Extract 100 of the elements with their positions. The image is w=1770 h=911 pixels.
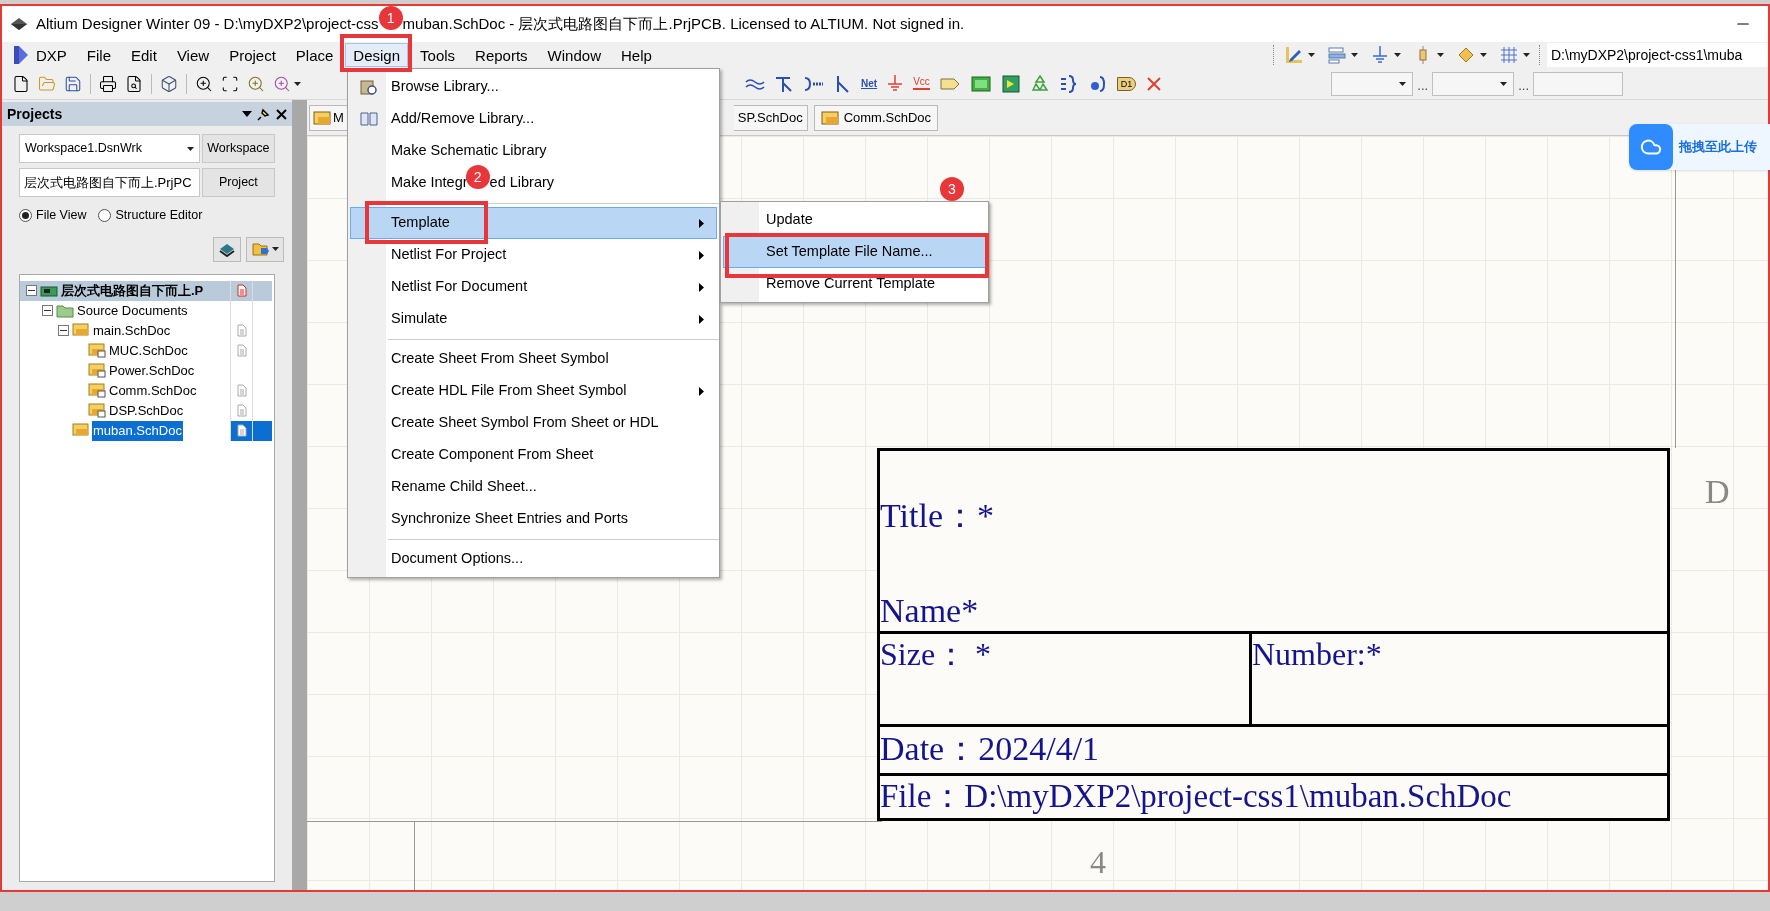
path-field[interactable]: D:\myDXP2\project-css1\muba <box>1547 43 1768 67</box>
cloud-upload-button[interactable] <box>1629 124 1673 170</box>
port-icon[interactable] <box>938 75 961 92</box>
tree-item[interactable]: main.SchDoc <box>92 321 172 341</box>
menu-option[interactable]: Update <box>723 204 986 236</box>
window-title: muban.SchDoc - 层次式电路图自下而上.PrjPCB. Licensed to ALTIUM. Not signed in. <box>402 13 965 34</box>
caret-icon <box>1399 81 1407 86</box>
document-icon <box>236 404 247 418</box>
document-icon <box>236 424 247 438</box>
tree-item[interactable]: Power.SchDoc <box>108 361 196 381</box>
tree-item[interactable]: muban.SchDoc <box>92 421 183 441</box>
recycle-icon[interactable] <box>1029 73 1050 94</box>
collapse-toggle[interactable] <box>58 325 69 337</box>
menu-option[interactable]: Make Schematic Library <box>350 135 717 167</box>
align-icon[interactable] <box>1327 45 1347 65</box>
workspace-dropdown[interactable]: Workspace1.DsnWrk <box>19 134 200 163</box>
sheet-entry-icon[interactable] <box>1000 73 1021 94</box>
zoom-area-icon[interactable] <box>221 74 239 93</box>
folder-icon <box>56 303 74 318</box>
radio-button[interactable] <box>98 208 112 222</box>
radio-button[interactable] <box>19 208 32 222</box>
document-icon <box>236 344 247 358</box>
menu-option[interactable]: Netlist For Document <box>350 271 717 303</box>
diamond-icon[interactable] <box>1456 45 1476 65</box>
part-icon[interactable]: D1 <box>1116 76 1137 91</box>
sheet-icon <box>313 110 331 125</box>
document-tab[interactable]: Comm.SchDoc <box>813 104 939 131</box>
menu-option[interactable]: Template <box>350 207 717 239</box>
menu-item[interactable]: File <box>78 43 119 67</box>
print-preview-icon[interactable] <box>125 74 143 93</box>
menu-item[interactable]: Window <box>539 43 609 67</box>
menu-item[interactable]: Project <box>221 43 284 67</box>
submenu-arrow-icon <box>699 218 704 228</box>
menu-option[interactable]: Set Template File Name... <box>723 236 986 268</box>
menu-item[interactable]: Tools <box>412 43 464 67</box>
collapse-toggle[interactable] <box>26 285 37 297</box>
book-icon <box>359 110 379 128</box>
menu-item[interactable]: DXP <box>28 43 75 67</box>
menu-item[interactable]: Edit <box>123 43 165 67</box>
ground-icon[interactable] <box>886 73 905 94</box>
document-tab[interactable]: SP.SchDoc <box>733 104 808 131</box>
caret-icon <box>1480 53 1487 57</box>
ruler-pencil-icon[interactable] <box>1284 45 1304 65</box>
tree-item[interactable]: MUC.SchDoc <box>108 341 189 361</box>
menu-item[interactable]: Place <box>287 43 342 67</box>
sheet-symbol-icon[interactable] <box>969 74 992 93</box>
tree-item[interactable]: DSP.SchDoc <box>108 401 185 421</box>
menu-option[interactable]: Simulate <box>350 303 717 335</box>
menu-item[interactable]: View <box>168 43 218 67</box>
menu-option[interactable]: Create Component From Sheet <box>350 439 717 471</box>
menu-option[interactable]: Synchronize Sheet Entries and Ports <box>350 503 717 535</box>
menu-option[interactable]: Remove Current Template <box>723 268 986 300</box>
new-document-icon[interactable] <box>12 74 30 93</box>
menu-option[interactable]: Make Integr 2 ed Library <box>350 167 717 199</box>
caret-icon <box>1437 53 1444 57</box>
menu-option[interactable]: Document Options... <box>350 543 717 575</box>
zoom-selected-icon[interactable] <box>247 74 265 93</box>
zoom-icon[interactable] <box>195 74 213 93</box>
project-button[interactable]: Project <box>201 168 275 197</box>
brace-icon[interactable] <box>1058 73 1079 94</box>
tree-item[interactable]: Source Documents <box>76 301 189 321</box>
grid-icon[interactable] <box>1499 45 1519 65</box>
radio-label: Structure Editor <box>115 207 203 224</box>
name-field: Name* <box>880 591 1667 631</box>
sheet-icon <box>72 323 90 339</box>
menu-item[interactable]: Design <box>345 43 409 67</box>
save-icon[interactable] <box>64 74 82 93</box>
dxp-logo-icon <box>14 46 28 64</box>
menu-item[interactable]: Help <box>612 43 660 67</box>
tree-item[interactable]: Comm.SchDoc <box>108 381 198 401</box>
menu-option[interactable]: Create HDL File From Sheet Symbol <box>350 375 717 407</box>
pin-icon[interactable] <box>257 107 271 121</box>
zoom-filter-icon[interactable] <box>273 74 291 93</box>
menu-option[interactable]: Browse Library... <box>350 71 717 103</box>
document-icon <box>236 284 247 298</box>
sheet-icon <box>72 423 90 439</box>
linked-sheet-icon <box>88 383 106 399</box>
dropdown-icon[interactable] <box>242 111 252 117</box>
menu-option[interactable]: Create Sheet Symbol From Sheet or HDL <box>350 407 717 439</box>
net-label-icon[interactable]: Net <box>861 76 878 91</box>
workspace-button[interactable]: Workspace <box>201 134 275 163</box>
menu-item[interactable]: Reports <box>467 43 536 67</box>
menu-option[interactable]: Rename Child Sheet... <box>350 471 717 503</box>
window-title: Altium Designer Winter 09 - D:\myDXP2\project-css <box>36 13 379 34</box>
close-icon[interactable] <box>276 108 287 120</box>
compile-button[interactable] <box>213 236 241 262</box>
menu-option[interactable]: Netlist For Project <box>350 239 717 271</box>
collapse-toggle[interactable] <box>42 305 53 317</box>
caret-icon <box>1500 81 1508 86</box>
ground-icon[interactable] <box>1370 45 1390 65</box>
project-field[interactable]: 层次式电路图自下而上.PrjPC <box>19 168 200 197</box>
submenu-arrow-icon <box>699 250 704 260</box>
caret-icon <box>271 247 279 252</box>
menu-option[interactable]: Create Sheet From Sheet Symbol <box>350 343 717 375</box>
document-tab[interactable]: M <box>309 104 348 131</box>
open-project-button[interactable] <box>246 236 284 262</box>
submenu-arrow-icon <box>699 282 704 292</box>
printer-icon[interactable] <box>99 74 117 93</box>
cube-icon[interactable] <box>160 74 178 93</box>
menu-option[interactable]: Add/Remove Library... <box>350 103 717 135</box>
